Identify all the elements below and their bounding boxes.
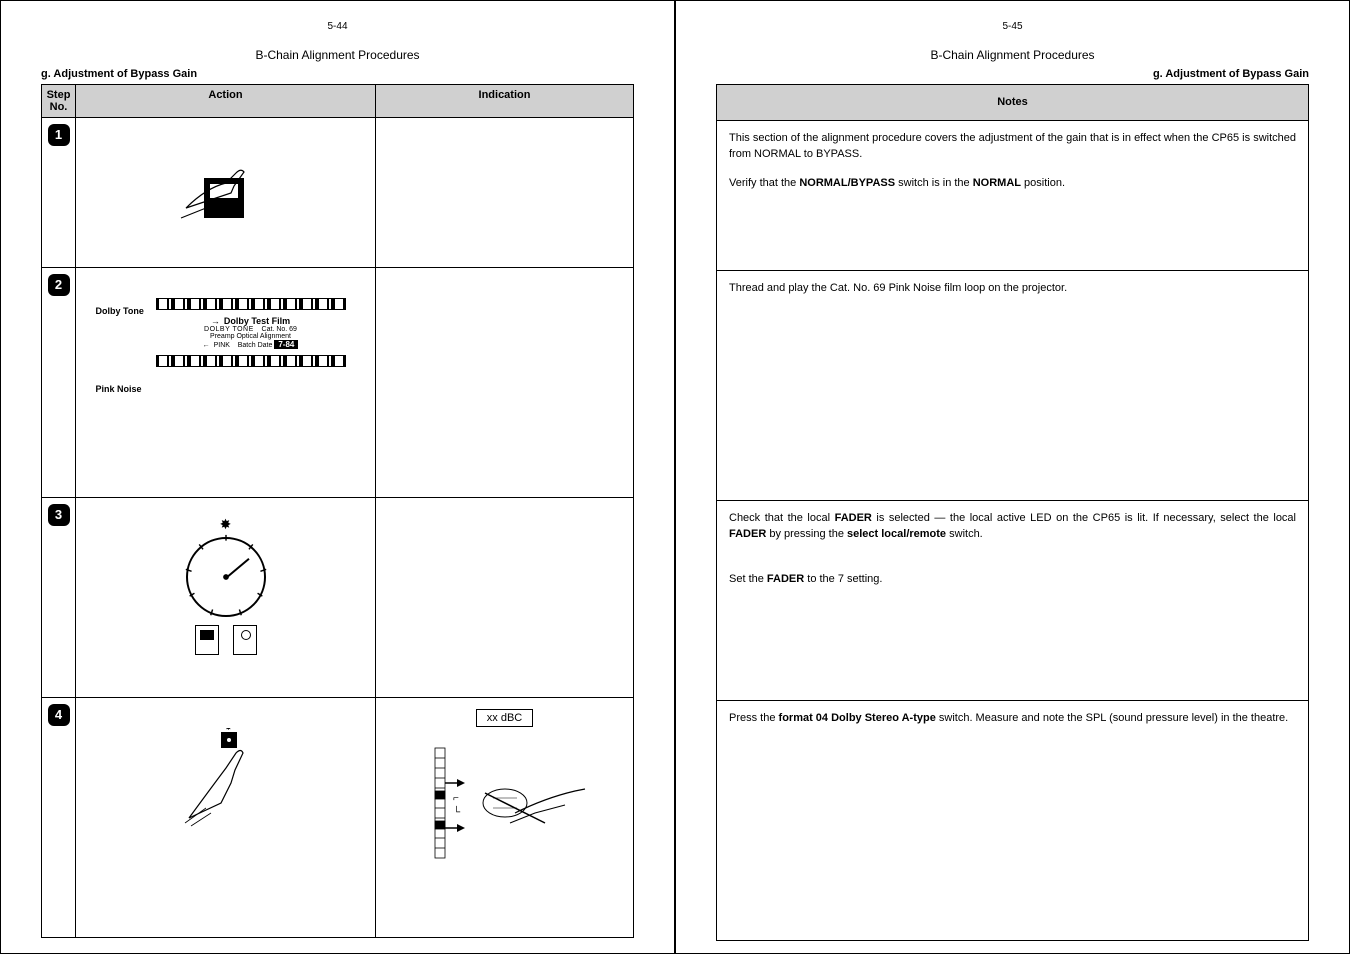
header-notes: Notes — [717, 85, 1309, 121]
indicator-icon — [233, 625, 257, 655]
svg-text:✸: ✸ — [225, 728, 232, 732]
indication-1 — [376, 118, 634, 268]
arrow-right-icon — [211, 316, 224, 326]
note-1: This section of the alignment procedure … — [717, 121, 1309, 271]
action-1 — [76, 118, 376, 268]
page-number-left: 5-44 — [41, 21, 634, 32]
page-number-right: 5-45 — [716, 21, 1309, 32]
film-tone-label: Dolby Tone — [96, 306, 144, 316]
step-badge-3: 3 — [48, 504, 70, 526]
indication-2 — [376, 268, 634, 498]
subsection-right: g. Adjustment of Bypass Gain — [716, 68, 1309, 80]
action-4: ✸ — [76, 698, 376, 938]
svg-text:⌐: ⌐ — [453, 793, 459, 804]
film-pink-label: Pink Noise — [96, 384, 142, 394]
subsection-left: g. Adjustment of Bypass Gain — [41, 68, 634, 80]
notes-table: Notes This section of the alignment proc… — [716, 84, 1309, 941]
film-strip-icon: Dolby Tone Dolby Test Film DOLBY TONE Ca… — [96, 298, 356, 367]
action-3: ✸ — [76, 498, 376, 698]
table-row: Press the format 04 Dolby Stereo A-type … — [717, 701, 1309, 941]
header-indication: Indication — [376, 85, 634, 118]
note-2: Thread and play the Cat. No. 69 Pink Noi… — [717, 271, 1309, 501]
page-right: 5-45 B-Chain Alignment Procedures g. Adj… — [675, 0, 1350, 954]
step-badge-2: 2 — [48, 274, 70, 296]
hand-switch-icon — [176, 138, 276, 228]
note-4: Press the format 04 Dolby Stereo A-type … — [717, 701, 1309, 941]
table-row: Thread and play the Cat. No. 69 Pink Noi… — [717, 271, 1309, 501]
led-icon: ✸ — [166, 516, 286, 533]
header-step: Step No. — [42, 85, 76, 118]
toggle-switch-icon — [195, 625, 219, 655]
note-3: Check that the local FADER is selected —… — [717, 501, 1309, 701]
spl-meter-icon: ⌐ └ — [415, 743, 595, 863]
indication-3 — [376, 498, 634, 698]
arrow-left-icon — [203, 342, 214, 349]
hand-press-icon: ✸ — [181, 728, 271, 828]
dbc-readout: xx dBC — [476, 709, 533, 727]
chain-title-left: B-Chain Alignment Procedures — [41, 48, 634, 62]
table-row: 4 ✸ xx dBC — [42, 698, 634, 938]
fader-dial-icon: ✸ — [166, 516, 286, 655]
step-badge-4: 4 — [48, 704, 70, 726]
chain-title-right: B-Chain Alignment Procedures — [716, 48, 1309, 62]
table-row: This section of the alignment procedure … — [717, 121, 1309, 271]
indication-4: xx dBC — [376, 698, 634, 938]
table-row: 2 Dolby Tone Dolby Test Film DOLBY TONE … — [42, 268, 634, 498]
step-badge-1: 1 — [48, 124, 70, 146]
procedure-table: Step No. Action Indication 1 — [41, 84, 634, 938]
header-action: Action — [76, 85, 376, 118]
table-row: Check that the local FADER is selected —… — [717, 501, 1309, 701]
action-2: Dolby Tone Dolby Test Film DOLBY TONE Ca… — [76, 268, 376, 498]
table-row: 1 — [42, 118, 634, 268]
svg-text:└: └ — [453, 805, 461, 818]
page-left: 5-44 B-Chain Alignment Procedures g. Adj… — [0, 0, 675, 954]
table-row: 3 ✸ — [42, 498, 634, 698]
